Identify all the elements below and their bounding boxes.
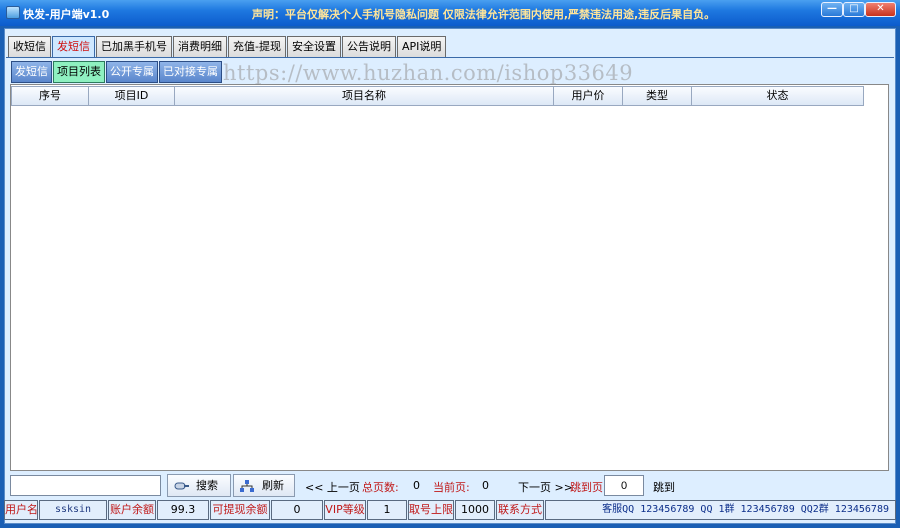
search-button[interactable]: 搜索 (167, 474, 231, 497)
refresh-button-label: 刷新 (262, 479, 284, 492)
main-panel: 收短信 发短信 已加黑手机号 消费明细 充值-提现 安全设置 公告说明 API说… (4, 28, 896, 524)
contact-value: 客服QQ 123456789 QQ 1群 123456789 QQ2群 1234… (545, 500, 896, 520)
tab-api[interactable]: API说明 (396, 36, 447, 58)
subtab-public-exclusive[interactable]: 公开专属 (106, 61, 158, 83)
jump-button[interactable]: 跳到 (653, 479, 675, 495)
prev-page-link[interactable]: << 上一页 (305, 479, 360, 495)
username-label: 用户名 (4, 500, 38, 520)
balance-label: 账户余额 (108, 500, 156, 520)
goto-page-label: 跳到页 (570, 481, 603, 494)
refresh-button[interactable]: 刷新 (233, 474, 295, 497)
maximize-button[interactable]: □ (843, 2, 865, 17)
contact-label: 联系方式 (496, 500, 544, 520)
window-title: 快发-用户端v1.0 (23, 8, 110, 21)
sub-tabs: 发短信 项目列表 公开专属 已对接专属 (11, 61, 223, 83)
tab-blacklist[interactable]: 已加黑手机号 (96, 36, 172, 58)
notice-text: 声明：平台仅解决个人手机号隐私问题 仅限法律允许范围内使用,严禁违法用途,违反后… (252, 8, 716, 21)
column-header-status[interactable]: 状态 (692, 86, 864, 106)
current-page-value: 0 (482, 479, 489, 492)
balance-value: 99.3 (157, 500, 209, 520)
column-header-project-id[interactable]: 项目ID (89, 86, 175, 106)
withdrawable-value: 0 (271, 500, 323, 520)
subtab-send-sms[interactable]: 发短信 (11, 61, 52, 83)
current-page-label: 当前页: (433, 481, 470, 494)
username-value: ssksin (39, 500, 107, 520)
page-number-input[interactable] (604, 475, 644, 496)
table-header: 序号 项目ID 项目名称 用户价 类型 状态 (11, 86, 864, 106)
limit-label: 取号上限 (408, 500, 454, 520)
subtab-connected-exclusive[interactable]: 已对接专属 (159, 61, 222, 83)
limit-value: 1000 (455, 500, 495, 520)
total-pages-value: 0 (413, 479, 420, 492)
search-input[interactable] (10, 475, 161, 496)
app-icon (6, 6, 20, 19)
column-header-project-name[interactable]: 项目名称 (175, 86, 554, 106)
next-page-link[interactable]: 下一页 >> (518, 479, 573, 495)
tab-announcements[interactable]: 公告说明 (341, 36, 396, 58)
status-bar: 用户名 ssksin 账户余额 99.3 可提现余额 0 VIP等级 1 取号上… (4, 500, 896, 520)
project-table[interactable]: 序号 项目ID 项目名称 用户价 类型 状态 (10, 84, 889, 471)
search-icon (174, 482, 189, 490)
search-button-label: 搜索 (196, 479, 218, 492)
tab-consumption[interactable]: 消费明细 (173, 36, 227, 58)
minimize-button[interactable]: — (821, 2, 843, 17)
tab-divider (6, 57, 894, 58)
tab-send-sms[interactable]: 发短信 (52, 36, 95, 58)
control-bar: 搜索 刷新 << 上一页 总页数: 0 当前页: 0 下一页 >> 跳到页 跳到 (10, 474, 889, 500)
column-header-index[interactable]: 序号 (11, 86, 89, 106)
withdrawable-label: 可提现余额 (210, 500, 270, 520)
vip-label: VIP等级 (324, 500, 366, 520)
subtab-project-list[interactable]: 项目列表 (53, 61, 105, 83)
main-tabs: 收短信 发短信 已加黑手机号 消费明细 充值-提现 安全设置 公告说明 API说… (8, 36, 447, 58)
tab-receive-sms[interactable]: 收短信 (8, 36, 51, 58)
close-button[interactable]: ✕ (865, 2, 896, 17)
title-bar: 快发-用户端v1.0 声明：平台仅解决个人手机号隐私问题 仅限法律允许范围内使用… (0, 0, 900, 26)
column-header-type[interactable]: 类型 (623, 86, 692, 106)
tab-security[interactable]: 安全设置 (286, 36, 341, 58)
column-header-user-price[interactable]: 用户价 (554, 86, 623, 106)
vip-value: 1 (367, 500, 407, 520)
total-pages-label: 总页数: (362, 481, 399, 494)
watermark: https://www.huzhan.com/ishop33649 (223, 61, 634, 85)
network-refresh-icon (240, 480, 254, 492)
tab-recharge[interactable]: 充值-提现 (228, 36, 286, 58)
